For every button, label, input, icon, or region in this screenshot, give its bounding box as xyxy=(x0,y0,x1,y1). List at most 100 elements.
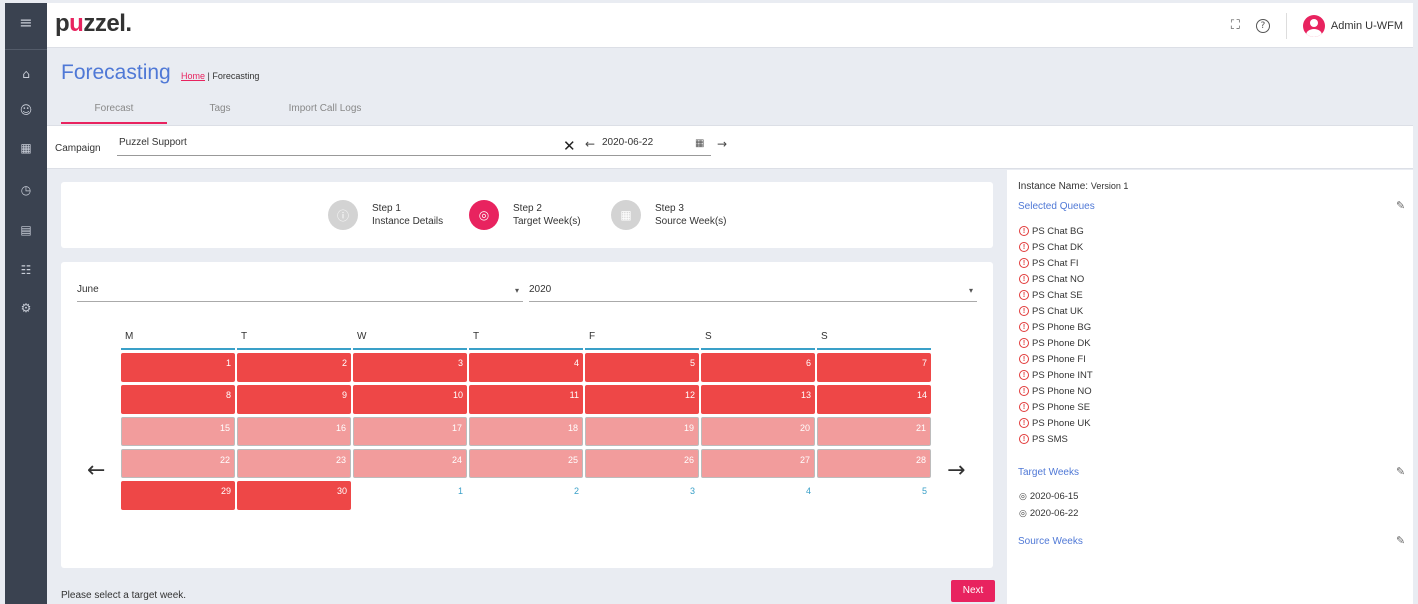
user-name[interactable]: Admin U-WFM xyxy=(1331,20,1403,32)
source-weeks-title[interactable]: Source Weeks xyxy=(1018,536,1083,547)
queue-item: ! PS Phone UK xyxy=(1019,415,1093,431)
document-icon[interactable]: ▤ xyxy=(5,223,47,237)
queue-name: PS Phone DK xyxy=(1032,337,1091,349)
weekday-label: S xyxy=(701,328,815,350)
calendar-day-next-month[interactable]: 5 xyxy=(817,481,931,510)
year-select[interactable]: 2020 ▾ xyxy=(529,284,977,302)
tab-import-call-logs[interactable]: Import Call Logs xyxy=(273,97,377,124)
calendar-day[interactable]: 18 xyxy=(469,417,583,446)
wizard-stepper: ⓘ Step 1 Instance Details ◎ Step 2 Target … xyxy=(61,182,993,248)
puzzel-logo[interactable]: puzzel. xyxy=(55,10,132,38)
hamburger-menu-icon[interactable]: ≡ xyxy=(5,13,47,32)
calendar-day[interactable]: 9 xyxy=(237,385,351,414)
chevron-down-icon: ▾ xyxy=(514,286,519,295)
calendar-day[interactable]: 8 xyxy=(121,385,235,414)
queue-name: PS Phone SE xyxy=(1032,401,1091,413)
calendar-day[interactable]: 20 xyxy=(701,417,815,446)
target-icon: ◎ xyxy=(469,200,499,230)
calendar-day[interactable]: 22 xyxy=(121,449,235,478)
month-select[interactable]: June ▾ xyxy=(77,284,523,302)
next-button[interactable]: Next xyxy=(951,580,995,602)
calendar-day[interactable]: 3 xyxy=(353,353,467,382)
calendar-icon[interactable]: ▦ xyxy=(5,141,47,155)
previous-month-arrow-icon[interactable]: ← xyxy=(87,458,105,483)
fullscreen-icon[interactable]: ⛶ xyxy=(1231,18,1240,33)
step-3-subtitle: Source Week(s) xyxy=(655,216,727,227)
calendar-day[interactable]: 10 xyxy=(353,385,467,414)
calendar-day[interactable]: 14 xyxy=(817,385,931,414)
edit-source-weeks-icon[interactable]: ✎ xyxy=(1396,534,1405,547)
calendar-week-row[interactable]: 8 9 10 11 12 13 14 xyxy=(121,385,931,414)
calendar-day[interactable]: 16 xyxy=(237,417,351,446)
calendar-day[interactable]: 25 xyxy=(469,449,583,478)
calendar-day[interactable]: 23 xyxy=(237,449,351,478)
target-week-item: ◎ 2020-06-15 xyxy=(1019,488,1078,505)
breadcrumb-separator: | xyxy=(207,71,210,81)
tab-forecast[interactable]: Forecast xyxy=(61,97,167,124)
edit-queues-icon[interactable]: ✎ xyxy=(1396,199,1405,212)
calendar-day[interactable]: 4 xyxy=(469,353,583,382)
selected-queues-title[interactable]: Selected Queues xyxy=(1018,201,1095,212)
step-3-source-weeks[interactable]: ▦ Step 3 Source Week(s) xyxy=(611,200,727,230)
help-icon[interactable]: ? xyxy=(1255,18,1270,33)
calendar-day[interactable]: 29 xyxy=(121,481,235,510)
calendar-step-icon: ▦ xyxy=(611,200,641,230)
calendar-day-next-month[interactable]: 1 xyxy=(353,481,467,510)
edit-target-weeks-icon[interactable]: ✎ xyxy=(1396,465,1405,478)
user-avatar-icon[interactable] xyxy=(1302,14,1325,37)
warning-icon: ! xyxy=(1019,434,1029,444)
team-icon[interactable]: ☷ xyxy=(5,263,47,277)
clock-icon[interactable]: ◷ xyxy=(5,183,47,197)
calendar-day-next-month[interactable]: 2 xyxy=(469,481,583,510)
calendar-day[interactable]: 15 xyxy=(121,417,235,446)
instance-name-label: Instance Name: xyxy=(1018,181,1089,192)
calendar-day-next-month[interactable]: 4 xyxy=(701,481,815,510)
previous-week-arrow-icon[interactable]: ← xyxy=(585,137,595,151)
breadcrumb-home-link[interactable]: Home xyxy=(181,71,205,81)
calendar-day[interactable]: 27 xyxy=(701,449,815,478)
summary-panel: Instance Name: Version 1 Selected Queues… xyxy=(1007,170,1413,604)
page-header: Forecasting Home | Forecasting Forecast … xyxy=(47,49,1413,124)
step-1-subtitle: Instance Details xyxy=(372,216,444,227)
date-picker-calendar-icon[interactable]: ▦ xyxy=(695,138,704,149)
calendar-day[interactable]: 7 xyxy=(817,353,931,382)
weekday-label: S xyxy=(817,328,931,350)
calendar-day[interactable]: 30 xyxy=(237,481,351,510)
next-month-arrow-icon[interactable]: → xyxy=(947,458,965,483)
calendar-day[interactable]: 12 xyxy=(585,385,699,414)
info-icon: ⓘ xyxy=(328,200,358,230)
calendar-day[interactable]: 28 xyxy=(817,449,931,478)
campaign-field[interactable]: Puzzel Support xyxy=(117,137,625,156)
target-weeks-title[interactable]: Target Weeks xyxy=(1018,467,1079,478)
calendar-day[interactable]: 11 xyxy=(469,385,583,414)
calendar-day[interactable]: 21 xyxy=(817,417,931,446)
step-2-target-weeks[interactable]: ◎ Step 2 Target Week(s) xyxy=(469,200,581,230)
instance-name: Instance Name: Version 1 xyxy=(1018,181,1128,192)
calendar-day[interactable]: 6 xyxy=(701,353,815,382)
warning-icon: ! xyxy=(1019,386,1029,396)
calendar-day[interactable]: 1 xyxy=(121,353,235,382)
queue-name: PS Chat UK xyxy=(1032,305,1084,317)
step-1-instance-details[interactable]: ⓘ Step 1 Instance Details xyxy=(328,200,443,230)
calendar-day[interactable]: 2 xyxy=(237,353,351,382)
calendar-day[interactable]: 5 xyxy=(585,353,699,382)
calendar-day[interactable]: 13 xyxy=(701,385,815,414)
queue-item: ! PS Phone SE xyxy=(1019,399,1093,415)
calendar-day[interactable]: 26 xyxy=(585,449,699,478)
calendar-week-row[interactable]: 15 16 17 18 19 20 21 xyxy=(121,417,931,446)
queue-name: PS Chat FI xyxy=(1032,257,1079,269)
calendar-week-row[interactable]: 29 30 1 2 3 4 5 xyxy=(121,481,931,510)
clear-campaign-icon[interactable]: ✕ xyxy=(563,137,576,155)
calendar-week-row[interactable]: 22 23 24 25 26 27 28 xyxy=(121,449,931,478)
home-icon[interactable]: ⌂ xyxy=(5,67,47,81)
calendar-day[interactable]: 19 xyxy=(585,417,699,446)
next-week-arrow-icon[interactable]: → xyxy=(717,137,727,151)
calendar-day[interactable]: 17 xyxy=(353,417,467,446)
tab-tags[interactable]: Tags xyxy=(167,97,273,124)
settings-icon[interactable]: ⚙ xyxy=(5,301,47,315)
calendar-day[interactable]: 24 xyxy=(353,449,467,478)
calendar-week-row[interactable]: 1234567 xyxy=(121,353,931,382)
calendar-card: June ▾ 2020 ▾ ← → M T W T F S S 12345678… xyxy=(61,262,993,568)
users-icon[interactable]: ☺ xyxy=(5,103,47,117)
calendar-day-next-month[interactable]: 3 xyxy=(585,481,699,510)
